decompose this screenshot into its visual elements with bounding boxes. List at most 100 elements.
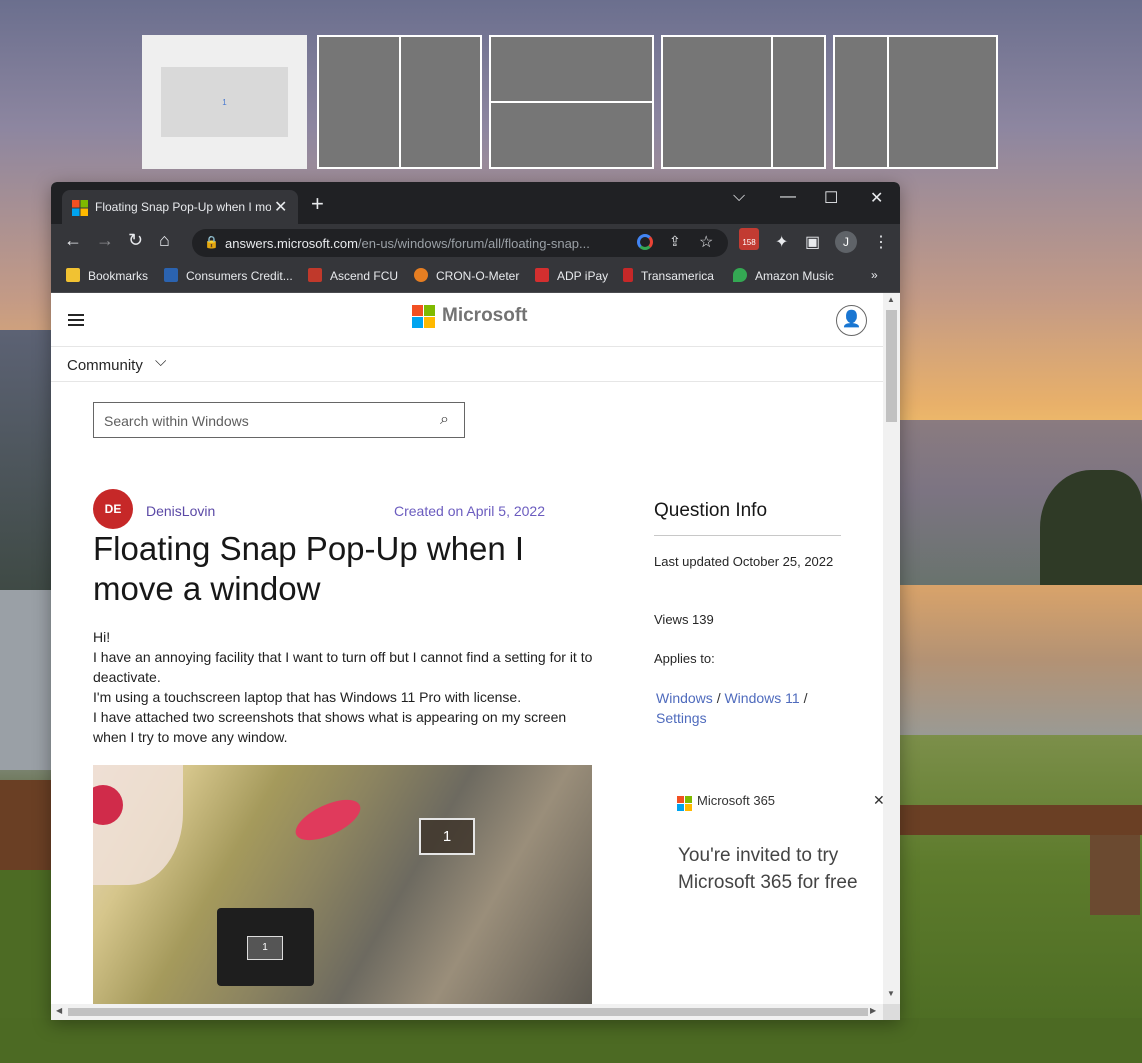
snap-layout-two-rows[interactable] <box>489 35 654 169</box>
ascend-icon <box>308 268 322 282</box>
author-name-link[interactable]: DenisLovin <box>146 503 215 519</box>
snap-zone[interactable] <box>887 35 998 169</box>
bookmark-item[interactable]: Transamerica <box>623 268 714 283</box>
logo-square <box>685 796 692 803</box>
body-line: I have attached two screenshots that sho… <box>93 709 567 745</box>
crumb-settings[interactable]: Settings <box>656 710 707 726</box>
scroll-left-icon[interactable]: ◀ <box>56 1006 62 1015</box>
side-panel-icon[interactable]: ▣ <box>805 232 820 252</box>
microsoft-favicon-icon <box>72 200 88 216</box>
google-lens-icon[interactable] <box>637 234 653 250</box>
maximize-icon[interactable]: ☐ <box>824 188 838 208</box>
scroll-down-icon[interactable]: ▼ <box>887 989 895 998</box>
snap-zone[interactable] <box>771 35 826 169</box>
question-info-heading: Question Info <box>654 500 768 521</box>
search-icon[interactable]: ⌕ <box>440 411 449 429</box>
close-promo-icon[interactable]: ✕ <box>873 792 883 809</box>
snap-zone[interactable] <box>661 35 773 169</box>
close-window-icon[interactable]: ✕ <box>870 188 883 208</box>
crumb-windows[interactable]: Windows <box>656 690 713 706</box>
author-avatar[interactable]: DE <box>93 489 133 529</box>
snap-layout-two-columns[interactable] <box>317 35 482 169</box>
browser-tab[interactable]: Floating Snap Pop-Up when I move a windo… <box>62 190 298 224</box>
bookmark-item[interactable]: Amazon Music <box>733 268 834 283</box>
last-updated: Last updated October 25, 2022 <box>654 554 834 569</box>
logo-square <box>424 317 435 328</box>
extension-badge-icon[interactable]: 158 <box>739 228 759 250</box>
hamburger-menu-icon[interactable] <box>68 314 84 329</box>
bookmarks-bar: Bookmarks Consumers Credit... Ascend FCU… <box>51 260 900 293</box>
tab-search-icon[interactable]: ⌵ <box>733 188 745 206</box>
wallpaper-bench <box>900 805 1142 835</box>
snap-zone[interactable] <box>399 35 482 169</box>
search-placeholder: Search within Windows <box>104 413 249 429</box>
reload-icon[interactable]: ↻ <box>128 230 143 251</box>
profile-avatar[interactable]: J <box>835 231 857 253</box>
more-bookmarks-button[interactable]: » <box>871 268 878 282</box>
web-page: Microsoft 👤 Community ⌵ Search within Wi… <box>51 293 883 1004</box>
title-bar[interactable]: Floating Snap Pop-Up when I move a windo… <box>51 182 900 224</box>
new-tab-button[interactable]: + <box>311 193 324 215</box>
scrollbar-thumb[interactable] <box>68 1008 868 1016</box>
views-count: Views 139 <box>654 612 714 627</box>
back-arrow-icon[interactable]: ← <box>64 230 82 251</box>
snap-zone[interactable] <box>489 101 654 169</box>
snap-layout-narrow-wide[interactable] <box>833 35 998 169</box>
screenshot-flyout: 1 <box>217 908 314 986</box>
logo-square <box>412 317 423 328</box>
tab-close-icon[interactable]: ✕ <box>274 197 287 217</box>
snap-layout-wide-narrow[interactable] <box>661 35 826 169</box>
browser-window: Floating Snap Pop-Up when I move a windo… <box>51 182 900 1020</box>
minimize-icon[interactable]: — <box>780 188 796 206</box>
browser-toolbar: ← → ↻ ⌂ 🔒 answers.microsoft.com/en-us/wi… <box>51 224 900 260</box>
bookmark-label: Consumers Credit... <box>186 269 293 283</box>
lock-icon[interactable]: 🔒 <box>204 235 219 249</box>
chevron-down-icon: ⌵ <box>155 353 167 370</box>
bookmark-item[interactable]: CRON-O-Meter <box>414 268 519 283</box>
horizontal-scrollbar[interactable]: ◀ ▶ <box>51 1004 883 1020</box>
screenshot-flyout-zone: 1 <box>247 936 283 960</box>
wallpaper-grass-bottom <box>0 1018 1142 1063</box>
address-bar[interactable]: 🔒 answers.microsoft.com/en-us/windows/fo… <box>192 229 728 257</box>
extensions-puzzle-icon[interactable]: ✦ <box>775 232 788 252</box>
bookmark-label: Ascend FCU <box>330 269 399 283</box>
snap-zone[interactable] <box>489 35 654 103</box>
share-icon[interactable]: ⇪ <box>669 233 681 250</box>
bookmark-item[interactable]: ADP iPay <box>535 268 608 283</box>
account-icon[interactable]: 👤 <box>836 305 867 336</box>
scroll-right-icon[interactable]: ▶ <box>870 1006 876 1015</box>
forward-arrow-icon[interactable]: → <box>96 230 114 251</box>
wallpaper-lake <box>900 585 1142 735</box>
bookmark-item[interactable]: Ascend FCU <box>308 268 398 283</box>
crumb-windows-11[interactable]: Windows 11 <box>724 690 799 706</box>
bookmark-item[interactable]: Consumers Credit... <box>164 268 293 283</box>
applies-to-label: Applies to: <box>654 651 715 666</box>
snap-layout-single[interactable]: 1 <box>142 35 307 169</box>
bookmark-label: ADP iPay <box>557 269 609 283</box>
attached-screenshot[interactable]: 1 1 <box>93 765 592 1004</box>
cronometer-icon <box>414 268 428 282</box>
promo-brand: Microsoft 365 <box>697 793 776 808</box>
brand-name: Microsoft <box>442 305 528 326</box>
promo-message[interactable]: You're invited to try Microsoft 365 for … <box>678 842 883 896</box>
search-input[interactable]: Search within Windows ⌕ <box>93 402 465 438</box>
scroll-up-icon[interactable]: ▲ <box>887 295 895 304</box>
snap-zone-number: 1 <box>222 97 227 107</box>
adp-icon <box>535 268 549 282</box>
community-nav[interactable]: Community ⌵ <box>51 347 883 382</box>
snap-zone[interactable] <box>833 35 889 169</box>
wallpaper-lake-left <box>0 590 52 770</box>
bookmark-item[interactable]: Bookmarks <box>66 268 148 283</box>
logo-square <box>412 305 423 316</box>
url-text[interactable]: answers.microsoft.com/en-us/windows/foru… <box>225 236 635 251</box>
logo-square <box>677 796 684 803</box>
bookmark-star-icon[interactable]: ☆ <box>699 232 713 252</box>
vertical-scrollbar[interactable]: ▲ ▼ <box>883 293 900 1004</box>
tab-title: Floating Snap Pop-Up when I move a windo… <box>95 200 271 214</box>
logo-square <box>424 305 435 316</box>
snap-zone[interactable] <box>317 35 401 169</box>
menu-kebab-icon[interactable]: ⋮ <box>873 232 889 252</box>
snap-zone-1[interactable]: 1 <box>161 67 288 137</box>
home-icon[interactable]: ⌂ <box>159 230 170 251</box>
scrollbar-thumb[interactable] <box>886 310 897 422</box>
